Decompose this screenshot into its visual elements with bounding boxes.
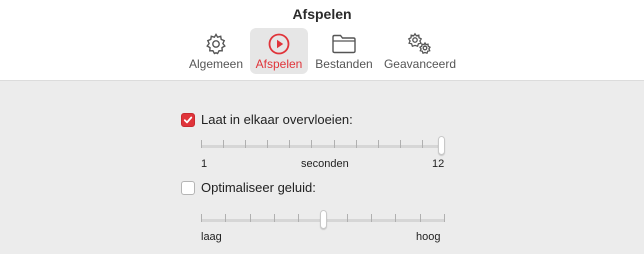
slider-tick (267, 140, 268, 148)
slider-tick (201, 214, 202, 222)
tab-algemeen[interactable]: Algemeen (186, 28, 246, 74)
slider-tick (420, 214, 421, 222)
slider-tick (444, 214, 445, 222)
slider-tick (395, 214, 396, 222)
tab-label: Geavanceerd (383, 57, 457, 71)
slider-tick (245, 140, 246, 148)
slider-thumb[interactable] (320, 210, 327, 229)
window-title: Afspelen (292, 6, 352, 22)
tab-label: Bestanden (315, 57, 373, 71)
preferences-toolbar: Afspelen Algemeen Afspelen Bestanden Gea… (0, 0, 644, 81)
folder-icon (330, 31, 358, 57)
slider-tick (422, 140, 423, 148)
slider-tick (400, 140, 401, 148)
tab-geavanceerd[interactable]: Geavanceerd (381, 28, 459, 74)
slider-track (201, 145, 445, 148)
crossfade-label: Laat in elkaar overvloeien: (201, 112, 353, 127)
checkmark-icon (183, 116, 193, 123)
slider-tick (225, 214, 226, 222)
tab-bestanden[interactable]: Bestanden (312, 28, 376, 74)
slider-tick (311, 140, 312, 148)
sound-enhancer-label: Optimaliseer geluid: (201, 180, 316, 195)
crossfade-min-label: 1 (201, 158, 208, 170)
slider-thumb[interactable] (438, 136, 445, 155)
slider-tick (356, 140, 357, 148)
slider-tick (274, 214, 275, 222)
play-circle-icon (265, 31, 293, 57)
crossfade-row: Laat in elkaar overvloeien: (181, 112, 353, 127)
slider-tick (289, 140, 290, 148)
crossfade-unit-label: seconden (301, 158, 349, 170)
playback-settings-pane: Laat in elkaar overvloeien: 1 seconden 1… (0, 81, 644, 254)
slider-tick (201, 140, 202, 148)
slider-tick (298, 214, 299, 222)
slider-tick (378, 140, 379, 148)
tab-label: Algemeen (188, 57, 244, 71)
crossfade-max-label: 12 (432, 158, 445, 170)
tab-afspelen[interactable]: Afspelen (250, 28, 308, 74)
gear-icon (202, 31, 230, 57)
gears-icon (406, 31, 434, 57)
sound-enhancer-checkbox[interactable] (181, 180, 195, 195)
tab-label: Afspelen (255, 57, 303, 71)
slider-tick (334, 140, 335, 148)
sound-enhancer-row: Optimaliseer geluid: (181, 180, 316, 195)
slider-tick (371, 214, 372, 222)
slider-tick (223, 140, 224, 148)
crossfade-slider[interactable] (201, 136, 445, 158)
slider-tick (347, 214, 348, 222)
slider-tick (250, 214, 251, 222)
sound-enhancer-min-label: laag (201, 231, 222, 243)
sound-enhancer-slider[interactable] (201, 210, 445, 232)
sound-enhancer-max-label: hoog (416, 231, 441, 243)
crossfade-checkbox[interactable] (181, 112, 195, 127)
